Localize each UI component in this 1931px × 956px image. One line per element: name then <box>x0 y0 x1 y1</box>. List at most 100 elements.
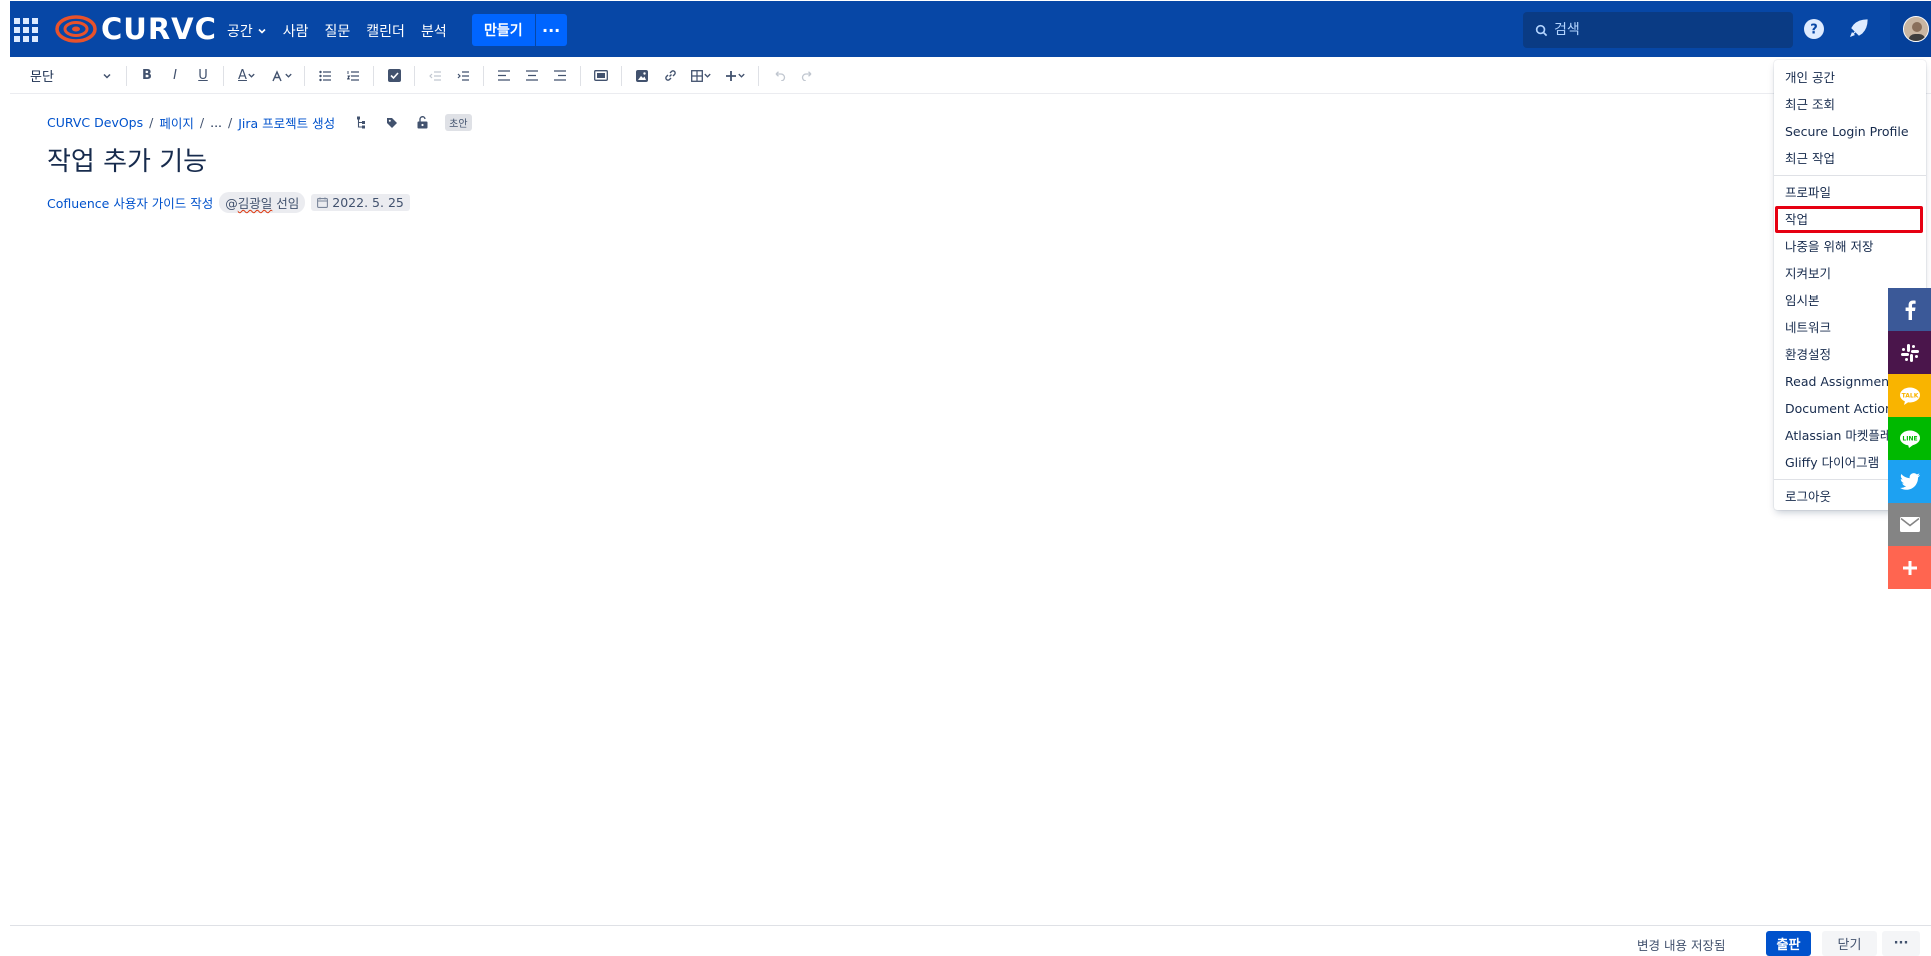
italic-button[interactable]: I <box>161 62 189 90</box>
task-list-button[interactable] <box>380 62 408 90</box>
unlock-icon[interactable] <box>413 114 431 132</box>
menu-item-recent-work[interactable]: 최근 작업 <box>1774 145 1926 172</box>
mention-at: @ <box>225 196 238 211</box>
page-tree-icon[interactable] <box>353 114 371 132</box>
create-button-group: 만들기 ··· <box>472 14 567 46</box>
breadcrumb-pages[interactable]: 페이지 <box>159 113 194 132</box>
menu-item-profile[interactable]: 프로파일 <box>1774 179 1926 206</box>
numbered-list-button[interactable] <box>339 62 367 90</box>
date-value: 2022. 5. 25 <box>332 195 404 210</box>
body-link[interactable]: Cofluence 사용자 가이드 작성 <box>47 193 213 212</box>
menu-item-secure-login-profile[interactable]: Secure Login Profile <box>1774 118 1926 145</box>
more-share-icon <box>1902 560 1917 575</box>
logo-text: CURVC <box>101 12 217 46</box>
toolbar-divider <box>373 65 374 86</box>
outdent-icon <box>428 70 441 81</box>
search-box[interactable] <box>1523 12 1793 48</box>
insert-more-button[interactable] <box>718 62 752 90</box>
align-center-icon <box>526 70 538 81</box>
outdent-button[interactable] <box>421 62 449 90</box>
create-more-button[interactable]: ··· <box>534 14 567 46</box>
breadcrumb-separator: / <box>199 115 205 130</box>
email-icon <box>1899 517 1920 532</box>
share-slack-button[interactable] <box>1888 331 1931 374</box>
create-button[interactable]: 만들기 <box>472 14 535 46</box>
menu-item-watching[interactable]: 지켜보기 <box>1774 260 1926 287</box>
numbered-list-icon <box>346 70 359 81</box>
close-button[interactable]: 닫기 <box>1822 931 1877 956</box>
text-color-button[interactable]: A <box>230 62 264 90</box>
menu-item-saved-for-later[interactable]: 나중을 위해 저장 <box>1774 233 1926 260</box>
nav-calendar[interactable]: 캘린더 <box>358 19 413 43</box>
save-status: 변경 내용 저장됨 <box>1637 938 1726 953</box>
menu-divider <box>1774 175 1926 176</box>
toolbar-divider <box>223 65 224 86</box>
search-input[interactable] <box>1554 22 1774 38</box>
share-facebook-button[interactable] <box>1888 288 1931 331</box>
chevron-down-icon <box>284 73 292 78</box>
share-line-button[interactable]: LINE <box>1888 417 1931 460</box>
date-chip[interactable]: 2022. 5. 25 <box>311 194 410 211</box>
share-twitter-button[interactable] <box>1888 460 1931 503</box>
bold-button[interactable]: B <box>133 62 161 90</box>
align-right-icon <box>554 70 566 81</box>
redo-icon <box>801 70 811 81</box>
checkbox-icon <box>387 69 401 82</box>
kakaotalk-icon: TALK <box>1899 387 1920 405</box>
nav-spaces[interactable]: 공간 <box>219 19 275 43</box>
page-title[interactable]: 작업 추가 기능 <box>47 141 207 178</box>
undo-button[interactable] <box>765 62 793 90</box>
nav-spaces-label: 공간 <box>227 24 253 40</box>
bullet-list-icon <box>318 70 331 81</box>
menu-item-recently-viewed[interactable]: 최근 조회 <box>1774 91 1926 118</box>
insert-table-button[interactable] <box>684 62 718 90</box>
slack-icon <box>1900 343 1919 362</box>
help-icon[interactable]: ? <box>1802 17 1826 41</box>
nav-questions[interactable]: 질문 <box>317 19 359 43</box>
clear-format-icon <box>271 69 282 81</box>
app-switcher-icon[interactable] <box>14 18 38 42</box>
layout-button[interactable] <box>587 62 615 90</box>
toolbar-divider <box>126 65 127 86</box>
undo-icon <box>775 70 785 81</box>
insert-link-button[interactable] <box>656 62 684 90</box>
svg-text:?: ? <box>1810 23 1818 38</box>
search-icon <box>1535 24 1548 36</box>
indent-button[interactable] <box>449 62 477 90</box>
nav-analytics[interactable]: 분석 <box>413 19 455 43</box>
clear-format-button[interactable] <box>264 62 298 90</box>
nav-people[interactable]: 사람 <box>275 19 317 43</box>
menu-item-personal-space[interactable]: 개인 공간 <box>1774 64 1926 91</box>
twitter-icon <box>1899 473 1920 490</box>
draft-badge: 초안 <box>445 114 472 131</box>
chevron-down-icon <box>248 73 255 78</box>
align-center-button[interactable] <box>518 62 546 90</box>
bullet-list-button[interactable] <box>311 62 339 90</box>
breadcrumb-ellipsis[interactable]: ... <box>210 115 222 130</box>
share-kakaotalk-button[interactable]: TALK <box>1888 374 1931 417</box>
breadcrumb-parent-page[interactable]: Jira 프로젝트 생성 <box>238 113 335 132</box>
share-more-button[interactable] <box>1888 546 1931 589</box>
share-email-button[interactable] <box>1888 503 1931 546</box>
paragraph-style-select[interactable]: 문단 <box>30 66 120 85</box>
link-icon <box>664 70 676 81</box>
page-body-line: Cofluence 사용자 가이드 작성 @김광일 선임 2022. 5. 25 <box>47 192 410 213</box>
notifications-icon[interactable] <box>1846 17 1870 41</box>
insert-image-button[interactable] <box>628 62 656 90</box>
facebook-icon <box>1905 300 1916 320</box>
publish-button[interactable]: 출판 <box>1766 931 1811 956</box>
align-right-button[interactable] <box>546 62 574 90</box>
editor-toolbar: 문단 B I U A <box>10 58 1931 94</box>
curvc-logo[interactable]: CURVC <box>55 12 217 46</box>
menu-item-tasks[interactable]: 작업 <box>1775 206 1923 233</box>
align-left-button[interactable] <box>490 62 518 90</box>
user-mention[interactable]: @김광일 선임 <box>219 192 306 213</box>
footer-more-button[interactable]: ··· <box>1882 931 1920 956</box>
underline-button[interactable]: U <box>189 62 217 90</box>
breadcrumb-space[interactable]: CURVC DevOps <box>47 115 143 130</box>
redo-button[interactable] <box>793 62 821 90</box>
profile-menu-trigger[interactable] <box>1890 1 1931 57</box>
chevron-down-icon <box>737 73 745 78</box>
label-icon[interactable] <box>383 114 401 132</box>
chevron-down-icon <box>703 73 711 78</box>
